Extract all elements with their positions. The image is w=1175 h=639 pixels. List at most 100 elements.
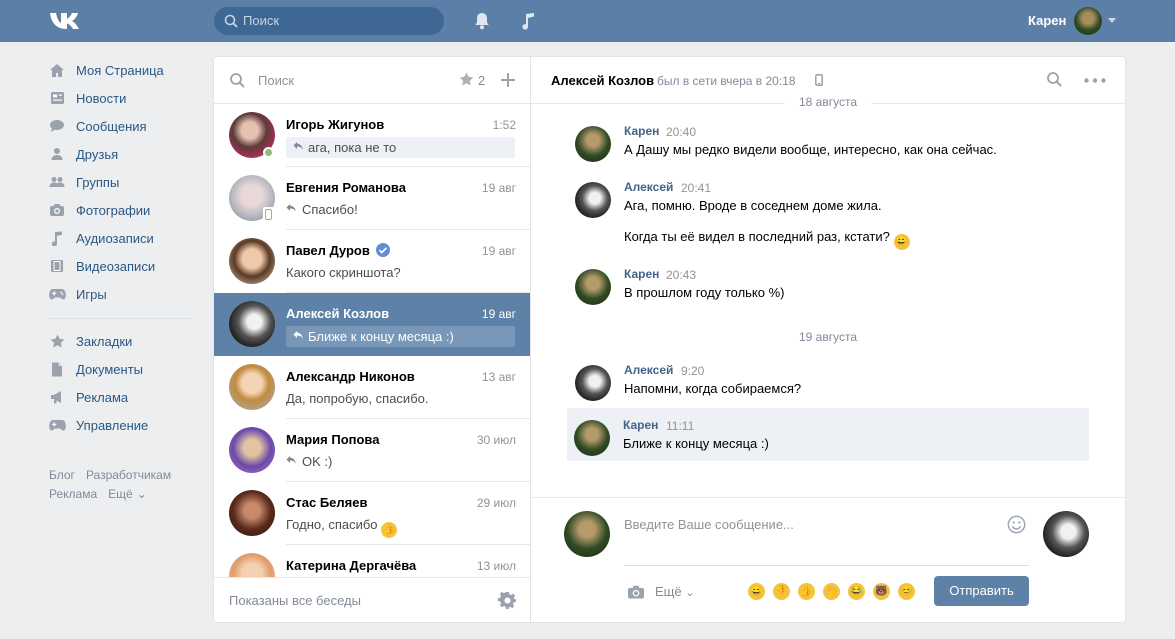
dialog-name-text: Павел Дуров <box>286 243 370 258</box>
header-search-input[interactable]: Поиск <box>214 7 444 35</box>
my-avatar[interactable] <box>564 511 610 557</box>
header-user-name[interactable]: Карен <box>1028 13 1066 28</box>
quick-emoji-bar: 😄 👎 👍 👋 😂 🐻 😊 <box>748 583 915 600</box>
nav-item-ads[interactable]: Реклама <box>48 383 198 411</box>
search-icon[interactable] <box>1047 72 1062 87</box>
nav-item-audio[interactable]: Аудиозаписи <box>48 224 198 252</box>
tears-of-joy-icon[interactable]: 😂 <box>848 583 865 600</box>
message-author[interactable]: Алексей <box>624 363 673 377</box>
nav-item-documents[interactable]: Документы <box>48 355 198 383</box>
chevron-down-icon: ⌄ <box>136 487 147 501</box>
message-time: 11:11 <box>666 419 695 433</box>
waving-hand-icon[interactable]: 👋 <box>823 583 840 600</box>
nav-item-label: Новости <box>76 90 127 106</box>
bell-icon[interactable] <box>472 11 492 31</box>
message-text: Ага, помню. Вроде в соседнем доме жила. <box>624 198 882 213</box>
avatar[interactable] <box>575 269 611 305</box>
nav-item-friends[interactable]: Друзья <box>48 140 198 168</box>
thumbs-down-icon[interactable]: 👎 <box>773 583 790 600</box>
message: Карен 20:40 А Дашу мы редко видели вообщ… <box>568 114 1089 166</box>
nav-divider <box>48 318 192 319</box>
message-bubble-icon <box>48 118 66 134</box>
message-time: 20:41 <box>681 181 712 195</box>
message-author[interactable]: Карен <box>623 418 658 432</box>
nav-item-my-page[interactable]: Моя Страница <box>48 56 198 84</box>
footer-link-blog[interactable]: Блог <box>49 468 75 482</box>
megaphone-icon <box>48 389 66 405</box>
message-author[interactable]: Карен <box>624 267 659 281</box>
vk-logo-icon[interactable] <box>48 10 82 32</box>
message-highlighted: Карен 11:11 Ближе к концу месяца :) <box>567 408 1089 461</box>
message-input[interactable]: Введите Ваше сообщение... <box>624 517 794 532</box>
dialog-time: 30 июл <box>476 433 516 447</box>
nav-item-messages[interactable]: Сообщения <box>48 112 198 140</box>
send-button[interactable]: Отправить <box>934 576 1029 606</box>
date-separator: 19 августа <box>531 329 1125 347</box>
header-avatar[interactable] <box>1074 7 1102 35</box>
nav-item-news[interactable]: Новости <box>48 84 198 112</box>
nav-item-photos[interactable]: Фотографии <box>48 196 198 224</box>
camera-icon[interactable] <box>627 585 645 599</box>
dialog-item-active[interactable]: Алексей Козлов 19 авг Ближе к концу меся… <box>214 293 531 356</box>
dialog-name: Мария Попова <box>286 432 380 447</box>
dialog-name: Александр Никонов <box>286 369 415 384</box>
chat-contact-name[interactable]: Алексей Козлов <box>551 73 654 88</box>
footer-link-developers[interactable]: Разработчикам <box>86 468 171 482</box>
grinning-face-icon[interactable]: 😄 <box>748 583 765 600</box>
music-note-icon[interactable] <box>518 11 538 31</box>
smiling-face-icon[interactable]: 😊 <box>898 583 915 600</box>
dialog-preview: OK :) <box>286 454 332 469</box>
message-author[interactable]: Алексей <box>624 180 673 194</box>
star-icon <box>48 333 66 349</box>
dialogs-footer: Показаны все беседы <box>214 577 531 622</box>
avatar[interactable] <box>575 182 611 218</box>
dialogs-search-input[interactable]: Поиск <box>258 73 294 88</box>
dialog-name: Стас Беляев <box>286 495 368 510</box>
footer-link-more[interactable]: Ещё ⌄ <box>108 487 158 501</box>
message-author[interactable]: Карен <box>624 124 659 138</box>
nav-item-label: Друзья <box>76 146 119 162</box>
date-separator-label: 18 августа <box>784 95 871 109</box>
plus-icon[interactable] <box>500 72 516 88</box>
gear-icon[interactable] <box>498 591 517 610</box>
dialog-item[interactable]: Мария Попова 30 июл OK :) <box>214 419 531 482</box>
thumbs-up-icon[interactable]: 👍 <box>798 583 815 600</box>
avatar[interactable] <box>575 365 611 401</box>
attach-more-label: Ещё <box>655 584 682 599</box>
avatar <box>229 238 275 284</box>
dialog-time: 13 авг <box>481 370 516 384</box>
dialog-preview: Ближе к концу месяца :) <box>286 326 515 347</box>
dialog-item[interactable]: Александр Никонов 13 авг Да, попробую, с… <box>214 356 531 419</box>
peer-avatar[interactable] <box>1043 511 1089 557</box>
nav-item-label: Аудиозаписи <box>76 230 154 246</box>
nav-item-groups[interactable]: Группы <box>48 168 198 196</box>
dialog-preview: Спасибо! <box>286 202 358 217</box>
header-search-placeholder: Поиск <box>243 13 280 28</box>
chevron-down-icon[interactable] <box>1108 18 1116 23</box>
nav-item-label: Управление <box>76 417 149 433</box>
nav-item-manage[interactable]: Управление <box>48 411 198 439</box>
nav-item-label: Закладки <box>76 333 133 349</box>
dialog-item[interactable]: Павел Дуров 19 авг Какого скриншота? <box>214 230 531 293</box>
message-text: Когда ты её видел в последний раз, кстат… <box>624 229 910 250</box>
favorites-count[interactable]: 2 <box>478 73 485 88</box>
message: Карен 20:43 В прошлом году только %) <box>568 257 1089 309</box>
dialog-item[interactable]: Стас Беляев 29 июл Годно, спасибо 👍 <box>214 482 531 545</box>
dialog-item[interactable]: Игорь Жигунов 1:52 ага, пока не то <box>214 104 531 167</box>
nav-item-games[interactable]: Игры <box>48 280 198 308</box>
dialog-preview: ага, пока не то <box>286 137 515 158</box>
star-icon[interactable] <box>459 72 474 86</box>
avatar <box>229 301 275 347</box>
nav-item-bookmarks[interactable]: Закладки <box>48 327 198 355</box>
avatar[interactable] <box>574 420 610 456</box>
dialog-item[interactable]: Евгения Романова 19 авг Спасибо! <box>214 167 531 230</box>
bear-face-icon[interactable]: 🐻 <box>873 583 890 600</box>
smile-icon[interactable] <box>1007 515 1026 534</box>
attach-more-button[interactable]: Ещё ⌄ <box>655 584 694 599</box>
more-dots-icon[interactable] <box>1084 78 1106 83</box>
footer-link-ads[interactable]: Реклама <box>49 487 97 501</box>
avatar[interactable] <box>575 126 611 162</box>
nav-item-video[interactable]: Видеозаписи <box>48 252 198 280</box>
dialog-item[interactable]: Катерина Дергачёва 13 июл <box>214 545 531 577</box>
nav-item-label: Игры <box>76 286 107 302</box>
